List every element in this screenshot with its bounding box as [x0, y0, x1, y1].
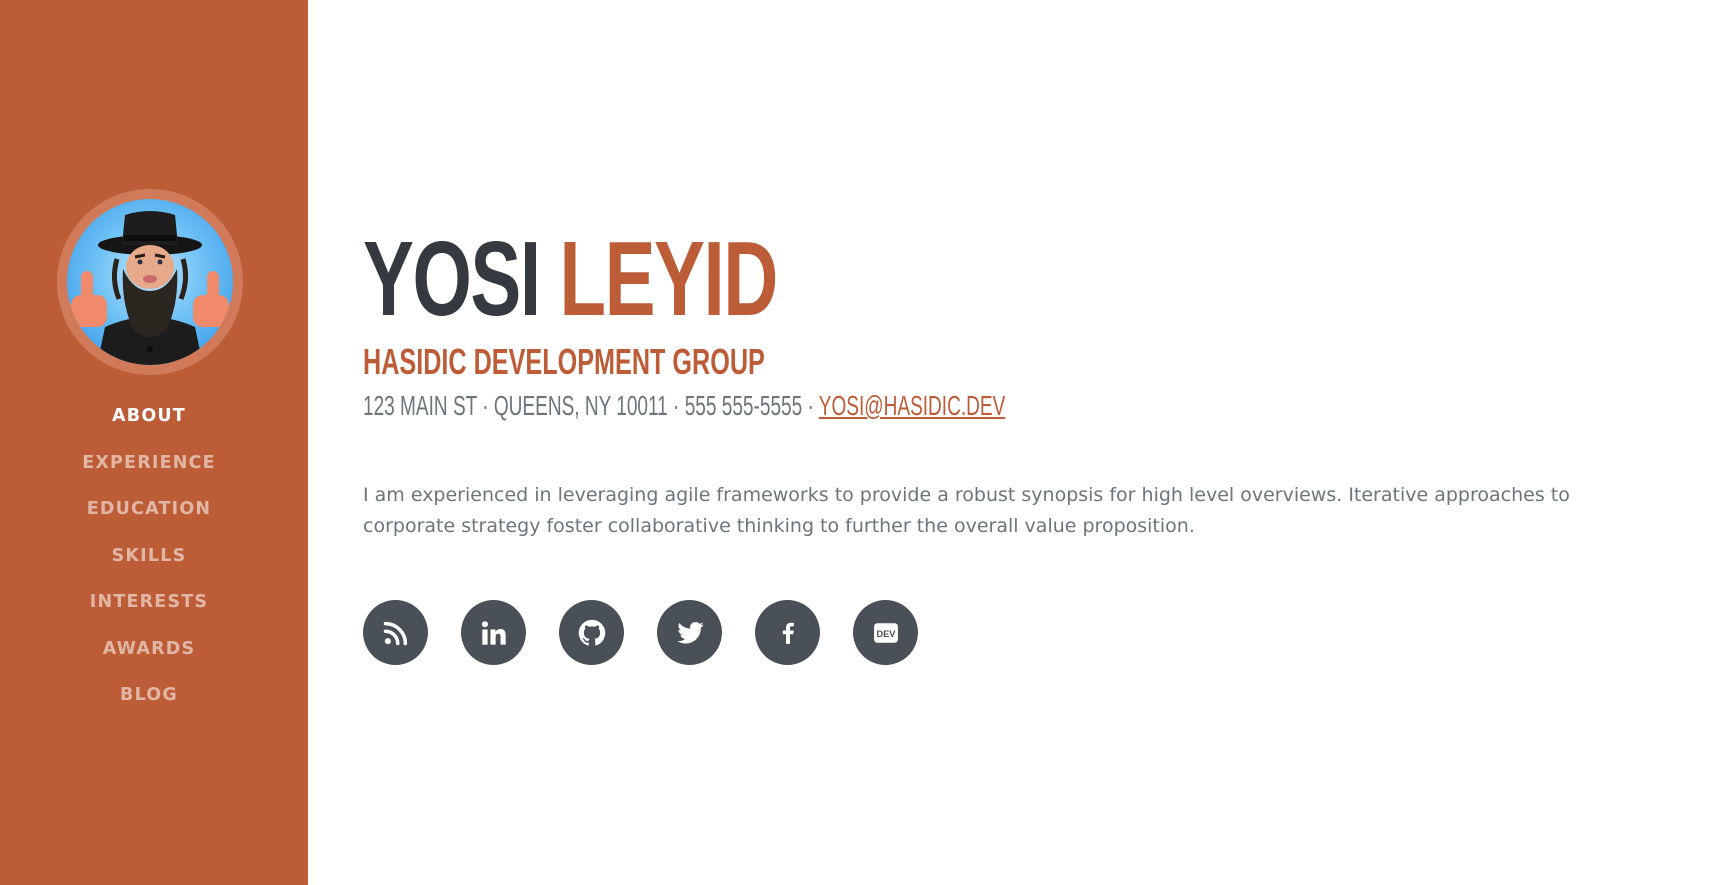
- summary-text: I am experienced in leveraging agile fra…: [363, 484, 1570, 537]
- profile-avatar-illustration-icon: [71, 211, 229, 365]
- avatar-frame: [57, 189, 243, 375]
- email-link[interactable]: YOSI@HASIDIC.DEV: [819, 390, 1006, 421]
- linkedin-icon[interactable]: [461, 600, 526, 665]
- nav-item-education[interactable]: EDUCATION: [0, 491, 298, 538]
- facebook-icon[interactable]: [755, 600, 820, 665]
- sidebar-nav: ABOUT EXPERIENCE EDUCATION SKILLS INTERE…: [0, 398, 298, 724]
- address-text: 123 MAIN ST · QUEENS, NY 10011 · 555 555…: [363, 390, 819, 421]
- nav-item-about[interactable]: ABOUT: [0, 398, 298, 445]
- nav-item-experience[interactable]: EXPERIENCE: [0, 445, 298, 492]
- main-content: YOSI LEYID HASIDIC DEVELOPMENT GROUP 123…: [363, 0, 1683, 885]
- svg-text:DEV: DEV: [876, 629, 896, 639]
- social-links: DEV: [363, 600, 918, 665]
- first-name: YOSI: [363, 220, 541, 338]
- last-name: LEYID: [559, 220, 778, 338]
- nav-item-interests[interactable]: INTERESTS: [0, 584, 298, 631]
- rss-icon[interactable]: [363, 600, 428, 665]
- company-name: HASIDIC DEVELOPMENT GROUP: [363, 341, 765, 382]
- twitter-icon[interactable]: [657, 600, 722, 665]
- dev-icon[interactable]: DEV: [853, 600, 918, 665]
- avatar: [67, 199, 233, 365]
- sidebar: ABOUT EXPERIENCE EDUCATION SKILLS INTERE…: [0, 0, 308, 885]
- contact-line: 123 MAIN ST · QUEENS, NY 10011 · 555 555…: [363, 392, 1005, 420]
- nav-item-blog[interactable]: BLOG: [0, 677, 298, 724]
- page-title: YOSI LEYID: [363, 226, 778, 332]
- github-icon[interactable]: [559, 600, 624, 665]
- nav-item-skills[interactable]: SKILLS: [0, 538, 298, 585]
- nav-item-awards[interactable]: AWARDS: [0, 631, 298, 678]
